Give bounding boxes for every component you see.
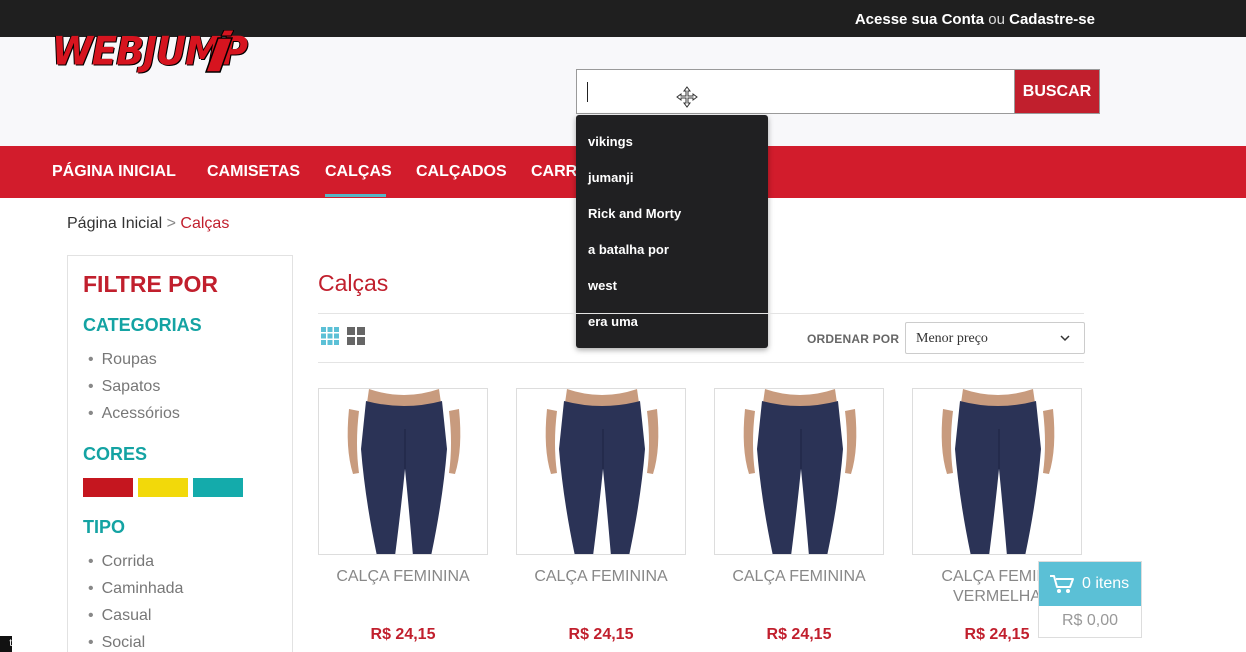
suggestion-item[interactable]: era uma <box>588 314 638 329</box>
product-name[interactable]: CALÇA FEMININA <box>714 568 884 586</box>
categories-heading: CATEGORIAS <box>83 315 202 335</box>
leggings-photo <box>715 389 883 554</box>
register-link[interactable]: Cadastre-se <box>1009 11 1095 28</box>
type-item[interactable]: Corrida <box>88 553 154 571</box>
breadcrumb: Página Inicial > Calças <box>67 215 229 233</box>
logo-slash-icon <box>204 30 234 73</box>
product-price: R$ 24,15 <box>370 626 436 643</box>
product-name[interactable]: CALÇA FEMININA <box>516 568 686 586</box>
suggestion-item[interactable]: jumanji <box>588 170 634 185</box>
type-item[interactable]: Caminhada <box>88 580 184 598</box>
text-caret <box>587 82 588 102</box>
leggings-photo <box>517 389 685 554</box>
chevron-down-icon <box>1060 335 1070 342</box>
login-link[interactable]: Acesse sua Conta <box>855 11 984 28</box>
suggestion-item[interactable]: west <box>588 278 617 293</box>
product-name-line: CALÇA FEMININA <box>336 568 470 585</box>
sort-label: ORDENAR POR <box>807 332 900 346</box>
account-links: Acesse sua Conta ou Cadastre-se <box>855 11 1095 28</box>
color-swatch-yellow[interactable] <box>138 478 188 497</box>
cart-total: R$ 0,00 <box>1061 612 1119 629</box>
category-item[interactable]: Sapatos <box>88 378 161 396</box>
product-image[interactable] <box>516 388 686 555</box>
leggings-photo <box>319 389 487 554</box>
product-image[interactable] <box>318 388 488 555</box>
colors-heading: CORES <box>83 444 148 464</box>
suggestion-item[interactable]: Rick and Morty <box>588 206 681 221</box>
product-name[interactable]: CALÇA FEMININA <box>318 568 488 586</box>
move-cursor-icon <box>676 86 698 111</box>
product-price: R$ 24,15 <box>568 626 634 643</box>
category-title: Calças <box>318 270 389 296</box>
grid-view-icon[interactable] <box>321 327 339 345</box>
type-item[interactable]: Casual <box>88 607 152 625</box>
product-price: R$ 24,15 <box>766 626 832 643</box>
type-heading: TIPO <box>83 517 126 537</box>
search-button[interactable]: BUSCAR <box>1014 69 1100 114</box>
nav-item-calcas[interactable]: CALÇAS <box>325 163 392 181</box>
nav-active-indicator <box>325 194 386 197</box>
nav-item-camisetas[interactable]: CAMISETAS <box>207 163 300 181</box>
category-item[interactable]: Acessórios <box>88 405 180 423</box>
filter-sidebar: FILTRE POR CATEGORIAS Roupas Sapatos Ace… <box>67 255 293 652</box>
color-swatch-teal[interactable] <box>193 478 243 497</box>
divider <box>318 313 1084 314</box>
nav-item-carri[interactable]: CARRI <box>531 163 582 181</box>
cart-widget[interactable]: 0 itens R$ 0,00 <box>1038 561 1142 638</box>
webjump-logo[interactable]: WEBJUMP <box>52 29 248 80</box>
cart-header: 0 itens <box>1039 562 1141 606</box>
breadcrumb-separator: > <box>166 215 176 232</box>
suggestion-item[interactable]: vikings <box>588 134 633 149</box>
sort-select-value: Menor preço <box>916 331 988 346</box>
cart-count: 0 itens <box>1082 575 1130 592</box>
product-image[interactable] <box>912 388 1082 555</box>
product-name-line: CALÇA FEMININA <box>534 568 668 585</box>
category-item[interactable]: Roupas <box>88 351 157 369</box>
divider <box>318 362 1084 363</box>
or-text: ou <box>988 11 1005 28</box>
sort-select[interactable]: Menor preço <box>905 322 1085 354</box>
filter-title: FILTRE POR <box>83 271 219 297</box>
color-swatch-red[interactable] <box>83 478 133 497</box>
breadcrumb-home[interactable]: Página Inicial <box>67 215 162 232</box>
nav-item-home[interactable]: PÁGINA INICIAL <box>52 163 176 181</box>
type-item[interactable]: Social <box>88 634 146 652</box>
suggestion-item[interactable]: a batalha por <box>588 242 669 257</box>
nav-item-calcados[interactable]: CALÇADOS <box>416 163 507 181</box>
cart-icon <box>1050 575 1074 593</box>
search-input[interactable] <box>576 69 1015 114</box>
breadcrumb-current: Calças <box>180 215 230 232</box>
leggings-photo <box>913 389 1081 554</box>
large-grid-view-icon[interactable] <box>347 327 365 345</box>
product-image[interactable] <box>714 388 884 555</box>
corner-tag: t <box>0 636 12 652</box>
product-name-line: CALÇA FEMININA <box>732 568 866 585</box>
